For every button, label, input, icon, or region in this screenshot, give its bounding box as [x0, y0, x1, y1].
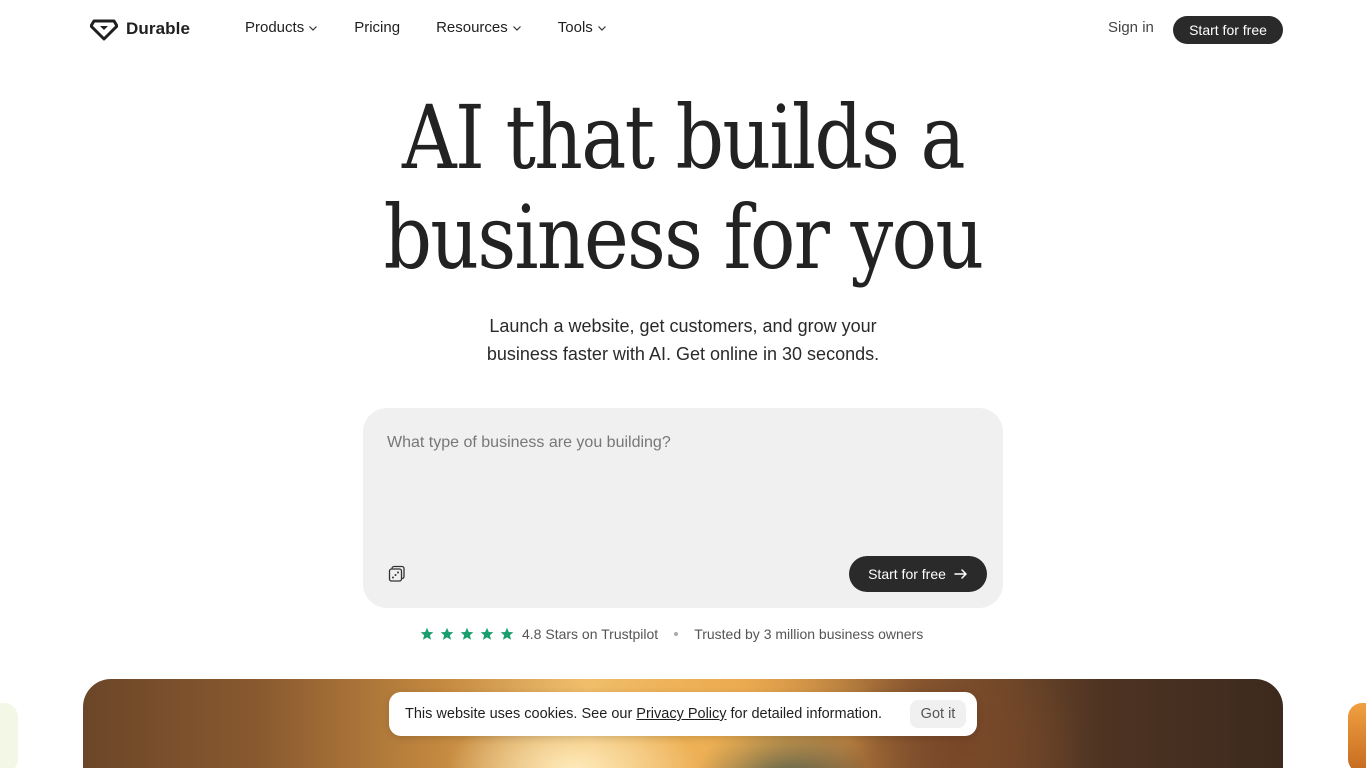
arrow-right-icon: [954, 569, 967, 579]
privacy-policy-link[interactable]: Privacy Policy: [636, 706, 726, 722]
star-icon: [420, 627, 434, 640]
nav-tools[interactable]: Tools: [558, 19, 607, 36]
separator-dot: [674, 632, 679, 636]
hero-subtitle: Launch a website, get customers, and gro…: [0, 312, 1366, 368]
trust-row: 4.8 Stars on Trustpilot Trusted by 3 mil…: [420, 624, 923, 644]
logo[interactable]: Durable: [90, 17, 190, 41]
business-prompt-box: Start for free: [363, 408, 1003, 608]
cookie-text-after: for detailed information.: [730, 706, 883, 722]
carousel-card-right: [1348, 703, 1366, 768]
cookie-banner: This website uses cookies. See our Priva…: [389, 692, 977, 736]
start-for-free-label: Start for free: [868, 566, 946, 582]
hero-subtitle-line-2: business faster with AI. Get online in 3…: [486, 344, 880, 364]
nav-pricing[interactable]: Pricing: [354, 19, 400, 36]
chevron-down-icon: [309, 25, 318, 31]
nav-pricing-label: Pricing: [354, 19, 401, 36]
trusted-text: Trusted by 3 million business owners: [694, 626, 924, 642]
site-header: Durable Products Pricing Resources Tools…: [0, 0, 1366, 60]
star-icon: [500, 627, 514, 640]
start-for-free-button[interactable]: Start for free: [849, 556, 987, 592]
got-it-button[interactable]: Got it: [910, 700, 966, 728]
nav-products-label: Products: [245, 19, 305, 36]
star-icon: [440, 627, 454, 640]
nav-resources-label: Resources: [436, 19, 508, 36]
trustpilot-stars: [420, 627, 514, 641]
cookie-text-before: This website uses cookies. See our: [405, 706, 633, 722]
nav-products[interactable]: Products: [245, 19, 318, 36]
hero-title-line-2: business for you: [383, 186, 985, 289]
start-for-free-header-button[interactable]: Start for free: [1173, 16, 1283, 44]
business-type-input[interactable]: [387, 434, 977, 534]
hero-subtitle-line-1: Launch a website, get customers, and gro…: [489, 316, 877, 336]
sign-in-link[interactable]: Sign in: [1108, 19, 1154, 36]
carousel-card-left: [0, 703, 18, 768]
star-icon: [460, 627, 474, 640]
chevron-down-icon: [597, 25, 606, 31]
chevron-down-icon: [512, 25, 521, 31]
hero-title-line-1: AI that builds a: [402, 86, 966, 189]
hero-title: AI that builds a business for you: [96, 88, 1271, 288]
rating-text: 4.8 Stars on Trustpilot: [522, 626, 659, 642]
dice-icon[interactable]: [387, 564, 407, 584]
diamond-logo-icon: [90, 19, 118, 41]
nav-tools-label: Tools: [557, 19, 593, 36]
star-icon: [480, 627, 494, 640]
nav-resources[interactable]: Resources: [436, 19, 522, 36]
main-nav: Products Pricing Resources Tools: [245, 19, 643, 36]
logo-text: Durable: [126, 19, 190, 38]
